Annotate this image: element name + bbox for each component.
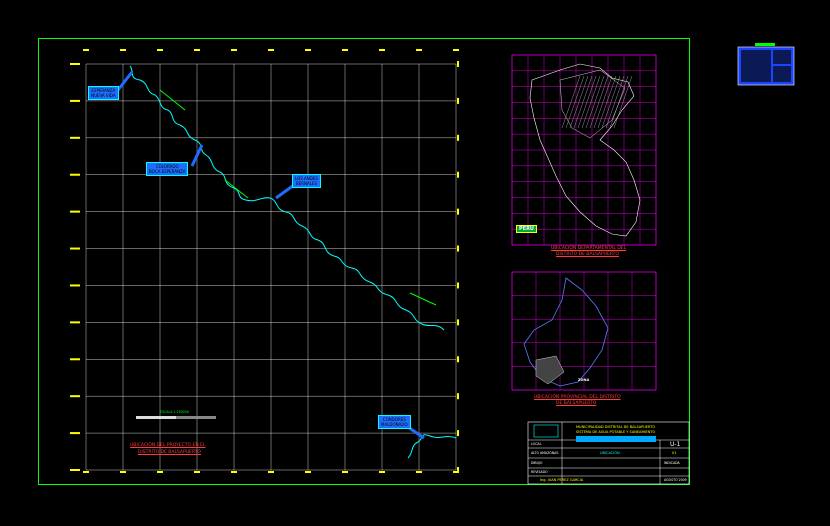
tb-drawn-by: Ing. JUAN PEREZ GARCIA [540,478,584,482]
peru-hatch-line [585,75,605,129]
tb-scale: INDICADA [664,461,680,465]
sheet-thumbnail[interactable] [737,43,795,86]
river-trib1 [159,89,186,111]
river-trib2 [224,179,249,199]
district-zone-label: ZONA [578,378,590,382]
main-map-grid [85,63,457,471]
tb-project: SISTEMA DE AGUA POTABLE Y SANEAMIENTO [576,430,656,434]
peru-map-grid [512,55,656,245]
map-label-los-andes[interactable]: LOS ANDES BERNALES [292,174,321,188]
main-map-title-1: UBICACIÓN DEL PROYECTO EN EL [130,443,206,448]
peru-hatch-line [581,75,601,129]
cad-drawing-sheet: ESPERANZA NUEVA VIDA COLORADO BOCA ESPERAN… [0,0,830,522]
peru-hatch-line [605,75,625,129]
main-map-ticks [70,49,459,473]
main-map-title-2: DISTRITO DE BALSAPUERTO [138,450,201,455]
river-trib3 [409,292,437,306]
peru-hatch-line [593,75,613,129]
peru-hatch-line [597,75,617,129]
tb-sheet-title: UBICACIÓN [600,451,620,455]
tb-row-label-1: LOCAL [531,442,542,446]
district-map-title-1: UBICACIÓN PROVINCIAL DEL DISTRITO [534,395,621,400]
peru-map-title-1: UBICACIÓN DEPARTAMENTAL DEL [551,246,627,251]
peru-hatch-line [573,75,593,129]
tb-org: MUNICIPALIDAD DISTRITAL DE BALSAPUERTO [576,425,656,429]
peru-hatch-line [577,75,597,129]
tb-sheet-num: 01 [672,451,677,455]
map-label-colorado[interactable]: COLORADO BOCA ESPERANZA [146,162,189,176]
tb-date: AGOSTO 2009 [664,478,687,482]
tb-row-label-2: ALTO AMAZONAS [531,451,559,455]
peru-map-title-2: DISTRITO DE BALSAPUERTO [556,252,619,257]
district-map-title-2: DE BALSAPUERTO [556,401,597,406]
peru-box-label: PERU [516,225,537,233]
scale-bar-seg [136,416,176,419]
pointer-1 [116,71,134,91]
peru-hatch-line [613,75,633,129]
peru-hatch-line [565,75,585,129]
peru-hatch-line [601,75,621,129]
map-label-esperanza[interactable]: ESPERANZA NUEVA VIDA [88,86,119,100]
tb-row-label-3: DIBUJO [531,461,543,465]
tb-row-label-4: REVISADO [531,470,548,474]
map-label-condores[interactable]: CONDORES MALDONADO [378,415,411,429]
peru-region-hatch [559,69,626,139]
peru-hatch-line [589,75,609,129]
cad-canvas[interactable] [0,0,830,522]
peru-hatch-line [569,75,589,129]
tb-sheet-code: U-1 [670,441,681,448]
river-main [129,65,445,331]
peru-hatch [561,75,633,129]
scale-text: ESCALA 1:250000 [160,410,189,414]
river-lower [407,434,457,459]
peru-hatch-line [561,75,581,129]
